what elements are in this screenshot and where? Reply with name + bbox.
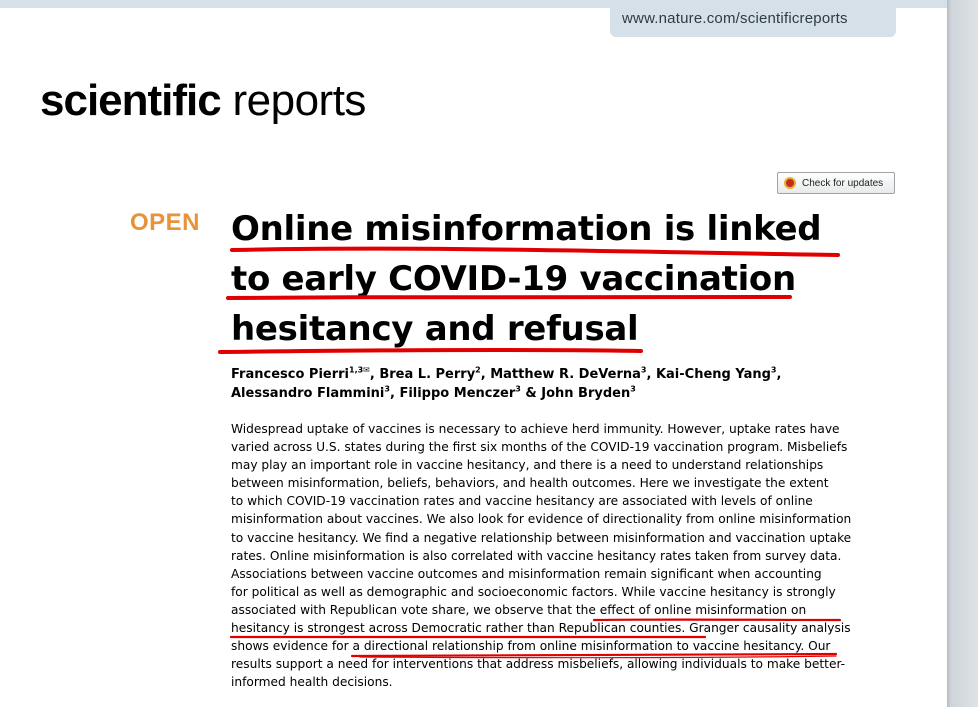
open-access-label: OPEN [130,209,201,236]
journal-logo-bold: scientific [40,76,222,125]
author-name[interactable]: Brea L. Perry [379,367,475,382]
abstract-line: rates. Online misinformation is also cor… [231,548,842,563]
abstract-line: informed health decisions. [231,675,393,690]
check-for-updates-button[interactable]: Check for updates [777,172,895,194]
abstract-line: between misinformation, beliefs, behavio… [231,476,829,491]
mail-icon[interactable]: ✉ [363,366,370,375]
abstract: Widespread uptake of vaccines is necessa… [231,420,911,691]
abstract-line: varied across U.S. states during the fir… [231,440,848,455]
author-separator: , [480,367,491,382]
journal-logo: scientific reports [40,74,366,128]
abstract-line: Widespread uptake of vaccines is necessa… [231,422,840,436]
author-name[interactable]: Filippo Menczer [399,386,515,401]
abstract-line: associated with Republican vote share, w… [231,602,807,617]
article-title: Online misinformation is linked to early… [231,204,911,354]
abstract-line: results support a need for interventions… [231,657,846,672]
author-affiliation: 3 [630,384,636,394]
abstract-line: may play an important role in vaccine he… [231,458,824,473]
title-line: Online misinformation is linked [231,209,822,249]
journal-url[interactable]: www.nature.com/scientificreports [622,10,892,27]
journal-logo-light: reports [220,76,366,125]
author-name[interactable]: Kai-Cheng Yang [656,367,771,382]
abstract-line: to vaccine hesitancy. We find a negative… [231,530,852,545]
author-separator: , [776,367,782,382]
title-line: to early COVID-19 vaccination [231,259,796,299]
author-name[interactable]: Francesco Pierri [231,367,349,382]
author-name[interactable]: John Bryden [541,386,630,401]
check-for-updates-label: Check for updates [802,177,884,189]
abstract-line: for political as well as demographic and… [231,584,836,599]
author-separator: , [369,367,380,382]
abstract-line: misinformation about vaccines. We also l… [231,512,852,527]
author-affiliation: 1,3 [349,365,364,375]
author-separator: & [520,386,542,401]
viewer-gutter [947,0,978,707]
author-name[interactable]: Matthew R. DeVerna [490,367,641,382]
author-line: Alessandro Flammini3, Filippo Menczer3 &… [231,384,851,403]
crossmark-icon [784,177,796,189]
author-separator: , [646,367,656,382]
pdf-page: www.nature.com/scientificreports scienti… [0,0,947,707]
author-line: Francesco Pierri1,3✉, Brea L. Perry2, Ma… [231,365,851,384]
author-name[interactable]: Alessandro Flammini [231,386,384,401]
abstract-line: to which COVID-19 vaccination rates and … [231,494,813,509]
abstract-line: hesitancy is strongest across Democratic… [231,621,851,636]
abstract-line: shows evidence for a directional relatio… [231,639,831,654]
abstract-line: Associations between vaccine outcomes an… [231,566,822,581]
title-line: hesitancy and refusal [231,309,639,349]
author-list: Francesco Pierri1,3✉, Brea L. Perry2, Ma… [231,365,851,403]
